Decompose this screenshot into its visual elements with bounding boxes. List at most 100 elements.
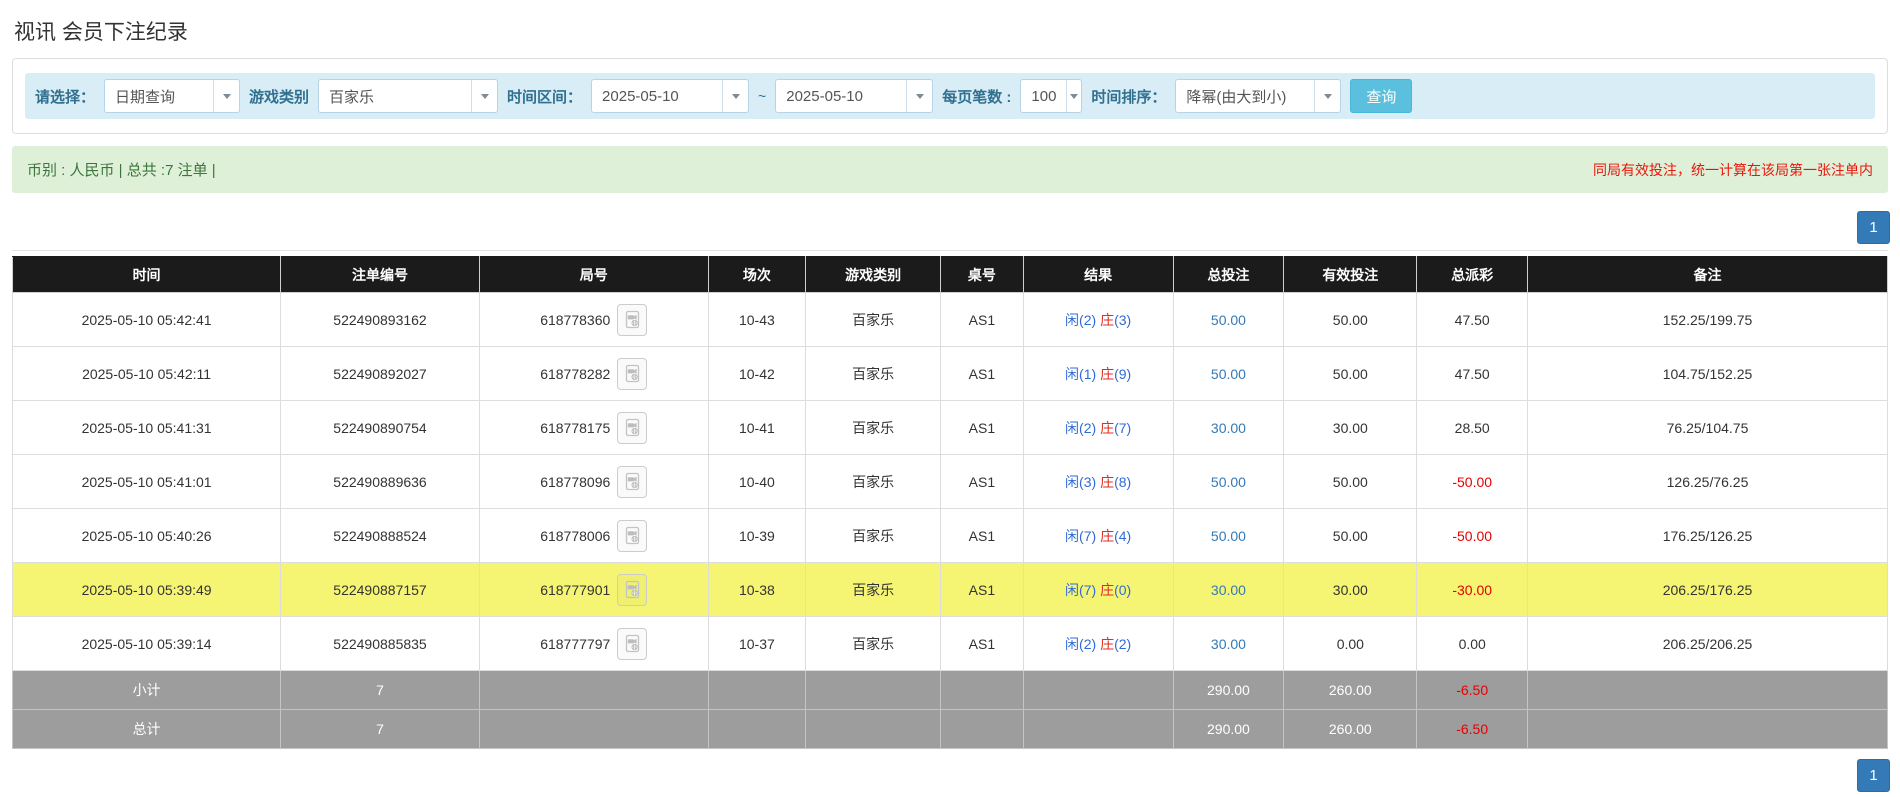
video-playback-button[interactable]	[617, 411, 648, 444]
payout-cell: 28.50	[1416, 400, 1528, 455]
video-record-icon	[625, 364, 639, 383]
video-record-icon	[625, 418, 639, 437]
chevron-down-icon[interactable]	[1314, 80, 1340, 112]
page-1-button[interactable]: 1	[1857, 759, 1890, 792]
round-number: 618778096	[540, 473, 611, 490]
total-bet-link[interactable]: 50.00	[1211, 366, 1246, 382]
video-record-icon	[625, 526, 639, 545]
result-player: 闲(2)	[1065, 635, 1097, 652]
page-1-button[interactable]: 1	[1857, 211, 1890, 244]
result-banker: 庄	[1100, 419, 1115, 436]
chevron-down-icon[interactable]	[471, 80, 497, 112]
result-banker-score: (0)	[1114, 581, 1132, 598]
total-bet-cell: 30.00	[1172, 616, 1285, 671]
time-cell: 2025-05-10 05:42:41	[11, 292, 282, 347]
round-cell: 618777797	[478, 616, 709, 671]
total-bet-link[interactable]: 50.00	[1211, 474, 1246, 490]
session-cell: 10-38	[707, 562, 807, 617]
game-type-select[interactable]: 百家乐	[318, 79, 499, 113]
total-bet-link[interactable]: 30.00	[1211, 582, 1246, 598]
date-from-select[interactable]: 2025-05-10	[591, 79, 750, 113]
video-playback-button[interactable]	[617, 627, 648, 660]
video-playback-button[interactable]	[617, 303, 648, 336]
chevron-down-icon[interactable]	[906, 80, 932, 112]
column-header: 注单编号	[280, 256, 480, 293]
session-cell: 10-41	[707, 400, 807, 455]
filter-panel: 请选择： 日期查询 游戏类别 百家乐 时间区间： 2025-05-10 ~ 20…	[12, 58, 1888, 134]
total-bet-link[interactable]: 30.00	[1211, 636, 1246, 652]
valid-bet-cell: 50.00	[1283, 454, 1418, 509]
remark-cell: 206.25/176.25	[1527, 562, 1888, 617]
time-cell: 2025-05-10 05:39:14	[11, 616, 282, 671]
table-number-cell: AS1	[940, 292, 1024, 347]
per-page-label: 每页笔数 :	[942, 88, 1012, 106]
total-bet-link[interactable]: 50.00	[1211, 312, 1246, 328]
column-header: 游戏类别	[805, 256, 942, 293]
time-sort-select[interactable]: 降幂(由大到小)	[1175, 79, 1342, 113]
video-playback-button[interactable]	[617, 357, 648, 390]
total-bet-cell: 50.00	[1172, 346, 1285, 401]
bet-id-cell: 522490888524	[280, 508, 480, 563]
round-number: 618778282	[540, 365, 611, 382]
filter-bar: 请选择： 日期查询 游戏类别 百家乐 时间区间： 2025-05-10 ~ 20…	[25, 73, 1875, 119]
result-banker-score: (9)	[1114, 365, 1132, 382]
payout-cell: -50.00	[1416, 508, 1528, 563]
game-type-cell: 百家乐	[805, 454, 942, 509]
payout-cell: 47.50	[1416, 292, 1528, 347]
remark-cell: 152.25/199.75	[1527, 292, 1888, 347]
table-row: 2025-05-10 05:39:14 522490885835 6187777…	[11, 616, 1888, 671]
bet-id-cell: 522490892027	[280, 346, 480, 401]
summary-label: 小计	[11, 670, 282, 710]
query-type-select[interactable]: 日期查询	[104, 79, 241, 113]
table-number-cell: AS1	[940, 400, 1024, 455]
result-banker-score: (7)	[1114, 419, 1132, 436]
valid-bet-cell: 30.00	[1283, 562, 1418, 617]
valid-bet-cell: 30.00	[1283, 400, 1418, 455]
round-number: 618778175	[540, 419, 611, 436]
remark-cell: 206.25/206.25	[1527, 616, 1888, 671]
date-to-select[interactable]: 2025-05-10	[775, 79, 934, 113]
valid-bet-cell: 50.00	[1283, 346, 1418, 401]
round-cell: 618777901	[478, 562, 709, 617]
table-number-cell: AS1	[940, 616, 1024, 671]
query-type-value: 日期查询	[115, 88, 176, 106]
total-bet-link[interactable]: 30.00	[1211, 420, 1246, 436]
remark-cell: 126.25/76.25	[1527, 454, 1888, 509]
table-number-cell: AS1	[940, 454, 1024, 509]
column-header: 总派彩	[1416, 256, 1528, 293]
time-range-label: 时间区间：	[507, 88, 583, 106]
round-cell: 618778282	[478, 346, 709, 401]
payout-cell: -50.00	[1416, 454, 1528, 509]
per-page-value: 100	[1031, 87, 1057, 105]
bet-id-cell: 522490885835	[280, 616, 480, 671]
remark-cell: 76.25/104.75	[1527, 400, 1888, 455]
bet-id-cell: 522490887157	[280, 562, 480, 617]
result-player: 闲(3)	[1065, 473, 1097, 490]
summary-total-bet: 290.00	[1172, 709, 1285, 749]
time-cell: 2025-05-10 05:40:26	[11, 508, 282, 563]
chevron-down-icon[interactable]	[213, 80, 239, 112]
result-cell: 闲(2) 庄(7)	[1022, 400, 1174, 455]
video-playback-button[interactable]	[617, 573, 648, 606]
round-number: 618778006	[540, 527, 611, 544]
chevron-down-icon[interactable]	[1066, 80, 1081, 112]
result-player: 闲(2)	[1065, 419, 1097, 436]
payout-cell: 47.50	[1416, 346, 1528, 401]
valid-bet-cell: 0.00	[1283, 616, 1418, 671]
valid-bet-cell: 50.00	[1283, 292, 1418, 347]
game-type-cell: 百家乐	[805, 346, 942, 401]
video-playback-button[interactable]	[617, 465, 648, 498]
table-number-cell: AS1	[940, 508, 1024, 563]
bet-records-table: 时间 注单编号 局号 场次 游戏类别 桌号 结果 总投注 有效投注 总派彩 备注 2025-05-1…	[11, 256, 1888, 749]
result-cell: 闲(2) 庄(3)	[1022, 292, 1174, 347]
summary-payout: -6.50	[1416, 670, 1528, 710]
video-playback-button[interactable]	[617, 519, 648, 552]
chevron-down-icon[interactable]	[722, 80, 748, 112]
query-button[interactable]: 查询	[1350, 79, 1413, 113]
round-cell: 618778096	[478, 454, 709, 509]
column-header: 有效投注	[1283, 256, 1418, 293]
per-page-select[interactable]: 100	[1020, 79, 1083, 113]
total-bet-link[interactable]: 50.00	[1211, 528, 1246, 544]
summary-payout: -6.50	[1416, 709, 1528, 749]
time-cell: 2025-05-10 05:41:31	[11, 400, 282, 455]
